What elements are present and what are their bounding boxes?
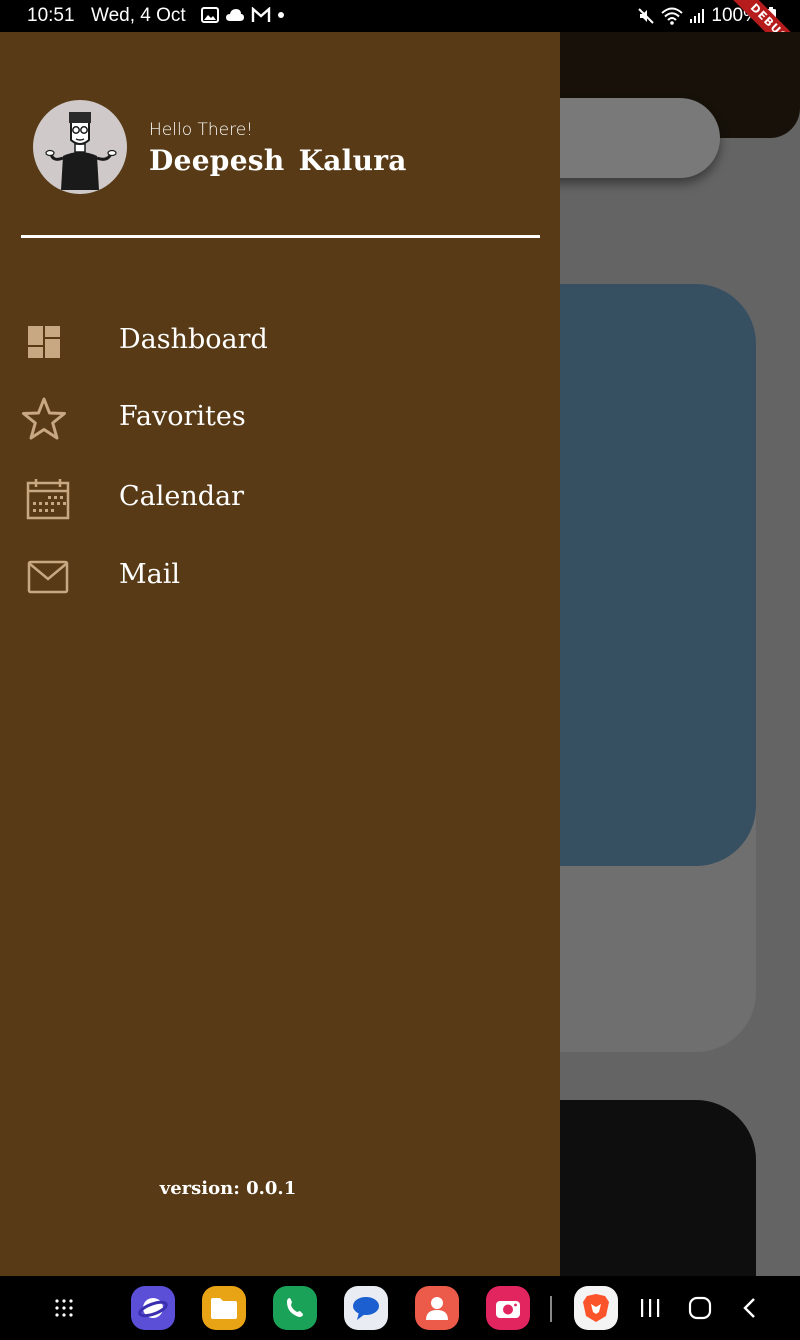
status-time: 10:51 [27,5,75,26]
nav-item-favorites[interactable]: Favorites [0,387,560,451]
navigation-drawer: Hello There! Deepesh Kalura Dashboard Fa… [0,32,560,1276]
user-name: Deepesh Kalura [149,144,407,177]
nav-item-mail[interactable]: Mail [0,545,560,609]
status-bar: 10:51 Wed, 4 Oct 100% DEBUG [0,0,800,76]
star-icon [20,395,68,443]
status-date: Wed, 4 Oct [91,5,186,26]
phone-icon[interactable] [273,1286,317,1330]
camera-icon[interactable] [486,1286,530,1330]
notification-icons [201,7,285,23]
home-icon[interactable] [684,1292,716,1324]
greeting-text: Hello There! [149,120,254,140]
back-icon[interactable] [734,1292,766,1324]
nav-label-dashboard: Dashboard [119,324,268,355]
nav-label-favorites: Favorites [119,401,246,432]
calendar-icon [24,475,72,523]
more-notifications-dot-icon [278,12,284,18]
avatar[interactable] [33,100,127,194]
nav-label-mail: Mail [119,559,181,590]
version-text: version: 0.0.1 [159,1178,297,1199]
brave-browser-icon[interactable] [574,1286,618,1330]
nav-item-dashboard[interactable]: Dashboard [0,310,560,374]
wifi-icon [661,7,684,25]
mail-icon [24,553,72,601]
dashboard-icon [20,318,68,366]
contacts-icon[interactable] [415,1286,459,1330]
user-cartoon-icon [45,112,117,190]
mute-icon [638,8,655,24]
messages-icon[interactable] [344,1286,388,1330]
system-nav-bar [0,1276,800,1340]
recent-apps-icon[interactable] [634,1292,666,1324]
signal-icon [690,9,705,23]
dock-separator [550,1296,552,1322]
nav-item-calendar[interactable]: Calendar [0,467,560,531]
drawer-divider [21,235,540,238]
cloud-icon [226,9,244,21]
my-files-icon[interactable] [202,1286,246,1330]
gallery-notification-icon [201,7,219,23]
nav-label-calendar: Calendar [119,481,245,512]
app-drawer-icon[interactable] [48,1292,80,1324]
gmail-icon [251,7,271,22]
samsung-internet-icon[interactable] [131,1286,175,1330]
